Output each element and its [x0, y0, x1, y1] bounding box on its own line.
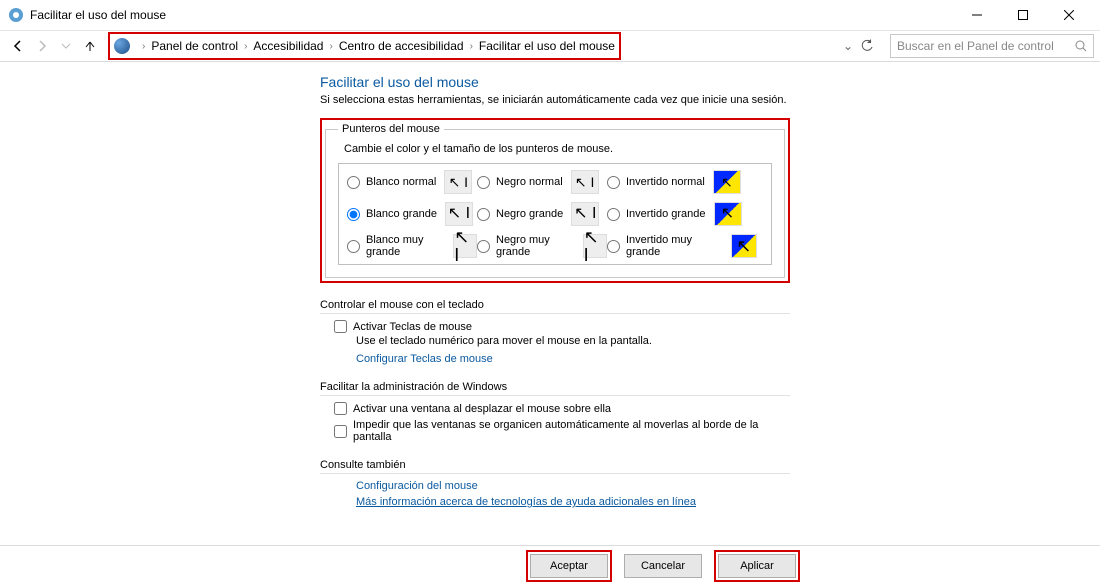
hover-activate-input[interactable] — [334, 402, 347, 415]
admin-section-title: Facilitar la administración de Windows — [320, 381, 790, 396]
pointer-desc: Cambie el color y el tamaño de los punte… — [344, 143, 772, 155]
mouse-settings-link[interactable]: Configuración del mouse — [356, 480, 478, 492]
pointer-group: Punteros del mouse Cambie el color y el … — [325, 123, 785, 278]
back-button[interactable] — [6, 34, 30, 58]
hover-activate-checkbox[interactable]: Activar una ventana al desplazar el mous… — [334, 402, 790, 415]
recent-button[interactable] — [54, 34, 78, 58]
cursor-preview-icon: ↖ I — [453, 234, 477, 258]
pointer-option-white-xl[interactable]: Blanco muy grande ↖ I — [347, 234, 477, 258]
option-label: Blanco normal — [366, 176, 436, 188]
apply-button[interactable]: Aplicar — [718, 554, 796, 578]
option-label: Blanco muy grande — [366, 234, 445, 258]
address-bar: › Panel de control › Accesibilidad › Cen… — [0, 31, 1100, 62]
radio-inv-xl[interactable] — [607, 240, 620, 253]
mousekeys-checkbox[interactable]: Activar Teclas de mouse — [334, 320, 790, 333]
control-panel-icon — [8, 7, 24, 23]
breadcrumb: › Panel de control › Accesibilidad › Cen… — [108, 32, 621, 60]
chevron-right-icon: › — [470, 41, 473, 52]
cursor-preview-icon: ↖ I — [444, 170, 472, 194]
pointer-option-inv-large[interactable]: Invertido grande ↖ — [607, 202, 757, 226]
option-label: Invertido muy grande — [626, 234, 723, 258]
close-button[interactable] — [1046, 0, 1092, 30]
maximize-button[interactable] — [1000, 0, 1046, 30]
cursor-preview-icon: ↖ I — [571, 170, 599, 194]
cursor-preview-icon: ↖ I — [583, 234, 607, 258]
pointer-group-highlight: Punteros del mouse Cambie el color y el … — [320, 118, 790, 283]
control-panel-icon — [114, 38, 130, 54]
hover-activate-label: Activar una ventana al desplazar el mous… — [353, 403, 611, 415]
cursor-preview-icon: ↖ I — [571, 202, 599, 226]
breadcrumb-item[interactable]: Accesibilidad — [253, 39, 323, 53]
option-label: Negro grande — [496, 208, 563, 220]
titlebar: Facilitar el uso del mouse — [0, 0, 1100, 31]
cursor-preview-icon: ↖ — [713, 170, 741, 194]
minimize-button[interactable] — [954, 0, 1000, 30]
breadcrumb-item[interactable]: Centro de accesibilidad — [339, 39, 464, 53]
cursor-preview-icon: ↖ — [731, 234, 757, 258]
up-button[interactable] — [78, 34, 102, 58]
pointer-option-white-large[interactable]: Blanco grande ↖ I — [347, 202, 477, 226]
radio-white-large[interactable] — [347, 208, 360, 221]
mousekeys-input[interactable] — [334, 320, 347, 333]
forward-button[interactable] — [30, 34, 54, 58]
radio-inv-normal[interactable] — [607, 176, 620, 189]
radio-inv-large[interactable] — [607, 208, 620, 221]
radio-white-normal[interactable] — [347, 176, 360, 189]
pointer-option-black-normal[interactable]: Negro normal ↖ I — [477, 170, 607, 194]
mousekeys-label: Activar Teclas de mouse — [353, 321, 472, 333]
pointer-option-black-xl[interactable]: Negro muy grande ↖ I — [477, 234, 607, 258]
radio-black-xl[interactable] — [477, 240, 490, 253]
chevron-right-icon: › — [244, 41, 247, 52]
mousekeys-hint: Use el teclado numérico para mover el mo… — [356, 335, 790, 347]
more-info-link[interactable]: Más información acerca de tecnologías de… — [356, 496, 696, 508]
page-subtitle: Si selecciona estas herramientas, se ini… — [320, 94, 790, 106]
prevent-snap-checkbox[interactable]: Impedir que las ventanas se organicen au… — [334, 419, 790, 443]
ok-highlight: Aceptar — [526, 550, 612, 582]
apply-highlight: Aplicar — [714, 550, 800, 582]
cursor-preview-icon: ↖ I — [445, 202, 473, 226]
search-input[interactable]: Buscar en el Panel de control — [890, 34, 1094, 58]
radio-black-normal[interactable] — [477, 176, 490, 189]
chevron-right-icon: › — [142, 41, 145, 52]
pointer-options-table: Blanco normal ↖ I Negro normal ↖ I Inver… — [338, 163, 772, 265]
cancel-button[interactable]: Cancelar — [624, 554, 702, 578]
option-label: Negro normal — [496, 176, 563, 188]
refresh-button[interactable] — [860, 39, 884, 53]
pointer-option-inv-normal[interactable]: Invertido normal ↖ — [607, 170, 757, 194]
seealso-title: Consulte también — [320, 459, 790, 474]
option-label: Invertido grande — [626, 208, 706, 220]
mousekeys-config-link[interactable]: Configurar Teclas de mouse — [356, 353, 493, 365]
ok-button[interactable]: Aceptar — [530, 554, 608, 578]
radio-black-large[interactable] — [477, 208, 490, 221]
prevent-snap-input[interactable] — [334, 425, 347, 438]
pointer-option-black-large[interactable]: Negro grande ↖ I — [477, 202, 607, 226]
prevent-snap-label: Impedir que las ventanas se organicen au… — [353, 419, 790, 443]
breadcrumb-item[interactable]: Panel de control — [151, 39, 238, 53]
option-label: Invertido normal — [626, 176, 705, 188]
option-label: Negro muy grande — [496, 234, 575, 258]
search-placeholder: Buscar en el Panel de control — [897, 39, 1054, 53]
keyboard-section-title: Controlar el mouse con el teclado — [320, 299, 790, 314]
address-dropdown[interactable]: ⌄ — [836, 39, 860, 53]
cursor-preview-icon: ↖ — [714, 202, 742, 226]
chevron-right-icon: › — [329, 41, 332, 52]
search-icon — [1075, 40, 1087, 52]
window-title: Facilitar el uso del mouse — [30, 8, 166, 22]
pointer-option-white-normal[interactable]: Blanco normal ↖ I — [347, 170, 477, 194]
option-label: Blanco grande — [366, 208, 437, 220]
page-title: Facilitar el uso del mouse — [320, 74, 790, 90]
radio-white-xl[interactable] — [347, 240, 360, 253]
dialog-footer: Aceptar Cancelar Aplicar — [0, 545, 1100, 586]
pointer-legend: Punteros del mouse — [338, 123, 444, 135]
pointer-option-inv-xl[interactable]: Invertido muy grande ↖ — [607, 234, 757, 258]
breadcrumb-item[interactable]: Facilitar el uso del mouse — [479, 39, 615, 53]
